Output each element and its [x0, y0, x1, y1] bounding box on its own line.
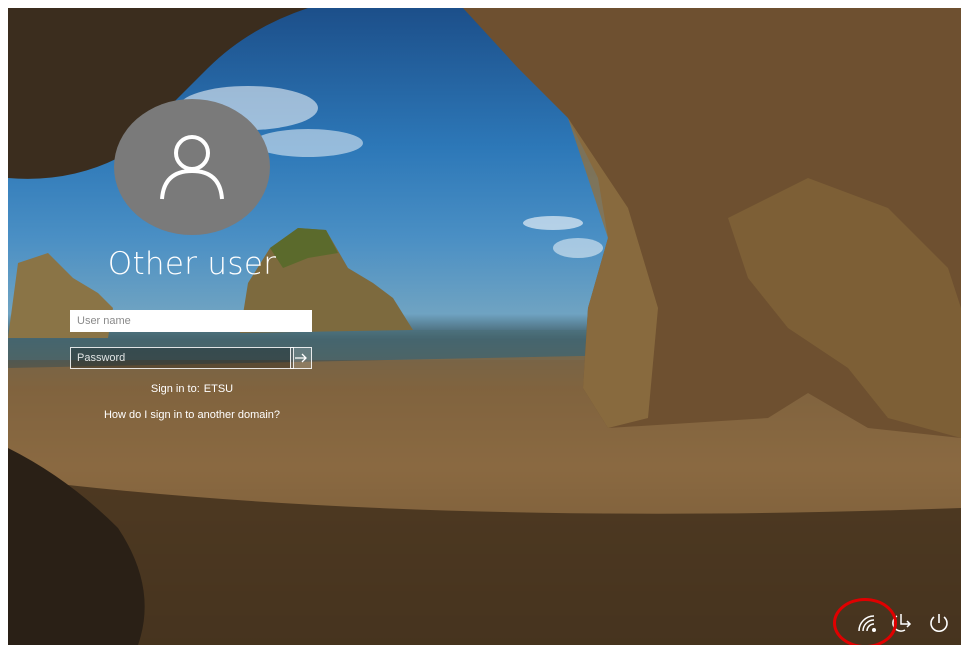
user-avatar: [114, 99, 270, 235]
domain-name: ETSU: [203, 383, 234, 395]
submit-button[interactable]: [290, 347, 312, 369]
wifi-icon: [858, 615, 876, 632]
ease-of-access-button[interactable]: [888, 608, 918, 638]
other-domain-help-link[interactable]: How do I sign in to another domain?: [8, 409, 376, 421]
power-button[interactable]: [924, 608, 954, 638]
sign-in-label: Sign in to:: [150, 383, 200, 395]
username-title: Other user: [107, 246, 277, 282]
network-button[interactable]: [852, 608, 882, 638]
sign-in-domain-text: Sign in to: ETSU: [8, 383, 376, 395]
person-icon: [160, 135, 224, 200]
arrow-right-icon: [295, 353, 307, 363]
power-icon: [930, 614, 948, 632]
ease-of-access-icon: [892, 614, 912, 632]
lock-screen: Other user Sign in to:ETSU How do I sign…: [8, 8, 961, 645]
username-input[interactable]: [70, 310, 312, 332]
password-input[interactable]: [70, 347, 294, 369]
